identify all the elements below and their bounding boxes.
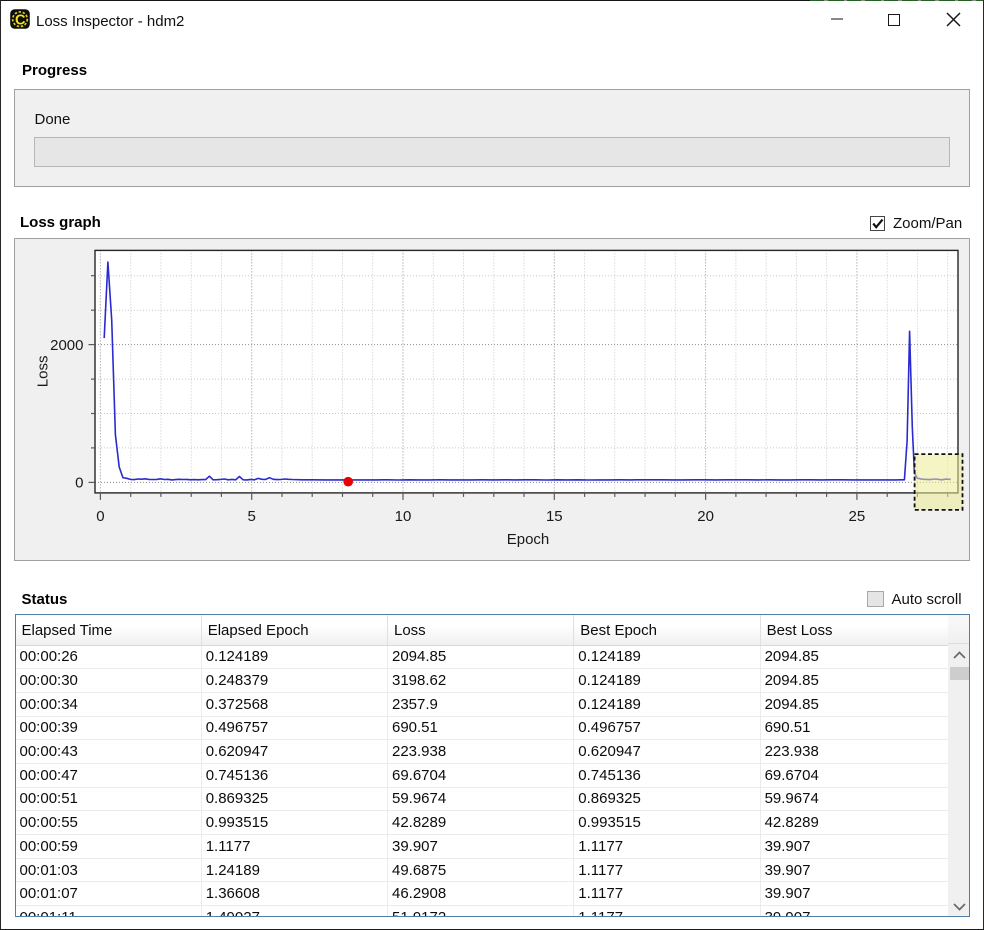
svg-text:0: 0: [96, 508, 104, 525]
svg-text:20: 20: [697, 508, 714, 525]
svg-text:10: 10: [395, 508, 412, 525]
svg-text:C: C: [15, 12, 26, 28]
svg-text:2000: 2000: [50, 336, 83, 353]
svg-text:5: 5: [248, 508, 256, 525]
svg-text:Loss: Loss: [35, 355, 52, 387]
svg-text:15: 15: [546, 508, 563, 525]
svg-text:0: 0: [75, 474, 83, 491]
svg-text:25: 25: [849, 508, 866, 525]
svg-text:Epoch: Epoch: [507, 531, 550, 548]
